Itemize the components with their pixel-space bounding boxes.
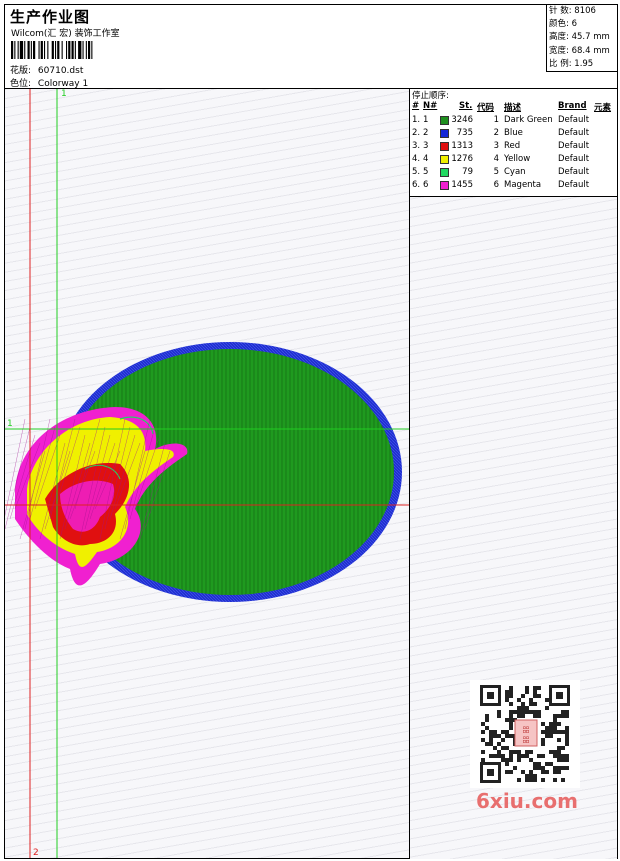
color-swatch — [440, 181, 449, 190]
colorway-value: Colorway 1 — [37, 79, 89, 89]
col-header-stitches: St. — [459, 101, 473, 111]
svg-text:㗊: 㗊 — [523, 726, 530, 734]
stat-stitches: 针 数: 8106 — [549, 6, 596, 16]
color-swatch — [440, 116, 449, 125]
stat-width: 宽度: 68.4 mm — [549, 45, 610, 56]
stat-height: 高度: 45.7 mm — [549, 32, 610, 43]
header: 生产作业图 Wilcom(汇 宏) 装饰工作室 花版: 60710.dst 色位… — [4, 4, 618, 89]
color-swatch — [440, 155, 449, 164]
table-row: 4. 4 1276 4 Yellow Default — [412, 154, 590, 164]
design-line: 花版: 60710.dst — [10, 63, 83, 76]
stat-ratio: 比 例: 1.95 — [549, 58, 594, 69]
col-header-brand: Brand — [558, 101, 587, 111]
table-row: 5. 5 79 5 Cyan Default — [412, 167, 590, 177]
page-title: 生产作业图 — [10, 8, 91, 26]
guide-top-label: 1 — [61, 89, 67, 99]
design-label: 花版: — [10, 66, 32, 76]
embroidery-preview — [5, 89, 409, 858]
company-name: Wilcom(汇 宏) 装饰工作室 — [11, 29, 120, 39]
guide-left-label: 1 — [7, 419, 13, 429]
colorway-label: 色位: — [10, 79, 32, 89]
colorway-line: 色位: Colorway 1 — [10, 76, 88, 89]
design-canvas: 1 1 2 — [5, 89, 409, 858]
guide-bottom-label: 2 — [33, 848, 39, 858]
col-header-element: 元素 — [594, 103, 612, 113]
barcode — [11, 41, 93, 59]
col-header-index: # — [412, 101, 420, 111]
color-swatch — [440, 142, 449, 151]
col-header-description: 描述 — [504, 103, 522, 113]
design-value: 60710.dst — [37, 66, 84, 76]
table-row: 6. 6 1455 6 Magenta Default — [412, 180, 590, 190]
stat-colors: 颜色: 6 — [549, 19, 577, 30]
color-sequence-table: 停止顺序: # N# St. 代码 描述 Brand 元素 1. 1 3246 … — [410, 89, 617, 197]
table-row: 3. 3 1313 3 Red Default — [412, 141, 590, 151]
qr-code: 㗊 㗊 — [470, 680, 580, 788]
color-swatch — [440, 168, 449, 177]
table-row: 1. 1 3246 1 Dark Green Default — [412, 115, 590, 125]
table-row: 2. 2 735 2 Blue Default — [412, 128, 590, 138]
col-header-code: 代码 — [477, 103, 495, 113]
watermark-text: 6xiu.com — [476, 789, 578, 813]
color-table-title: 停止顺序: — [412, 91, 449, 101]
color-swatch — [440, 129, 449, 138]
stats-box: 针 数: 8106 颜色: 6 高度: 45.7 mm 宽度: 68.4 mm … — [546, 4, 618, 72]
svg-text:㗊: 㗊 — [523, 736, 530, 744]
col-header-number: N# — [423, 101, 438, 111]
